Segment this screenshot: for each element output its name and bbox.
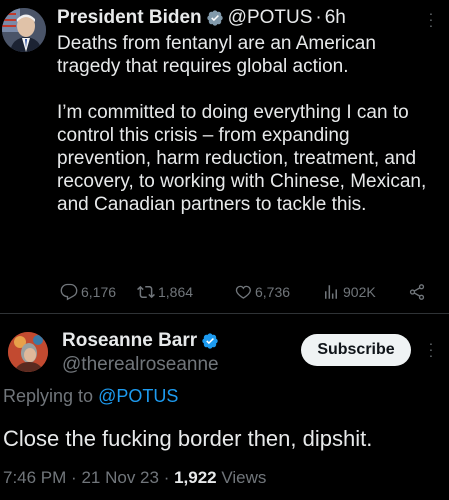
verified-badge-icon[interactable] (201, 332, 219, 350)
reply-tweet: Roseanne Barr @therealroseanne Subscribe… (0, 314, 449, 500)
reply-icon (60, 283, 78, 301)
like-count: 6,736 (255, 284, 291, 300)
more-icon[interactable]: · · · (426, 6, 436, 32)
tweet-header: President Biden @POTUS · 6h (57, 4, 437, 32)
author-handle[interactable]: @POTUS (228, 7, 313, 29)
separator-dot: · (163, 468, 170, 487)
subscribe-button[interactable]: Subscribe (301, 334, 411, 366)
views-count: 902K (343, 284, 376, 300)
avatar[interactable] (8, 332, 48, 372)
separator-dot: · (315, 7, 322, 28)
like-icon (235, 285, 251, 299)
views-button[interactable]: 902K (322, 281, 376, 303)
retweet-count: 1,864 (158, 284, 194, 300)
reply-text: Close the fucking border then, dipshit. (3, 426, 373, 451)
avatar[interactable] (2, 8, 46, 52)
reply-author-row: Roseanne Barr (62, 328, 223, 354)
views-icon (325, 285, 337, 299)
original-tweet: President Biden @POTUS · 6h Deaths from … (0, 0, 449, 318)
replying-to: Replying to @POTUS (3, 386, 178, 407)
reply-author-handle[interactable]: @therealroseanne (62, 354, 219, 376)
share-icon (409, 284, 425, 300)
more-icon[interactable]: · · · (426, 336, 436, 362)
reply-time[interactable]: 7:46 PM (3, 468, 66, 487)
author-name[interactable]: President Biden (57, 7, 202, 29)
retweet-icon (137, 285, 155, 299)
reply-views-count: 1,922 (174, 468, 217, 487)
reply-count: 6,176 (81, 284, 117, 300)
like-button[interactable]: 6,736 (234, 281, 290, 303)
separator-dot: · (71, 468, 77, 487)
retweet-button[interactable]: 1,864 (137, 281, 193, 303)
tweet-paragraph-1: Deaths from fentanyl are an American tra… (57, 33, 376, 77)
share-button[interactable] (408, 281, 426, 303)
tweet-time[interactable]: 6h (325, 7, 346, 29)
reply-meta: 7:46 PM · 21 Nov 23 · 1,922 Views (3, 468, 266, 488)
replying-prefix: Replying to (3, 386, 94, 406)
reply-author-name[interactable]: Roseanne Barr (62, 330, 197, 352)
biden-avatar-image (2, 8, 46, 52)
verified-badge-icon[interactable] (206, 9, 224, 27)
tweet-text: Deaths from fentanyl are an American tra… (57, 32, 437, 216)
reply-button[interactable]: 6,176 (60, 281, 116, 303)
tweet-body: President Biden @POTUS · 6h Deaths from … (57, 4, 437, 216)
reply-date[interactable]: 21 Nov 23 (81, 468, 159, 487)
tweet-paragraph-2: I’m committed to doing everything I can … (57, 102, 427, 215)
reply-views-label: Views (221, 468, 267, 487)
replying-mention-link[interactable]: @POTUS (98, 386, 178, 406)
tweet-actions: 6,176 1,864 6,736 902K (60, 281, 432, 303)
roseanne-avatar-image (8, 332, 48, 372)
